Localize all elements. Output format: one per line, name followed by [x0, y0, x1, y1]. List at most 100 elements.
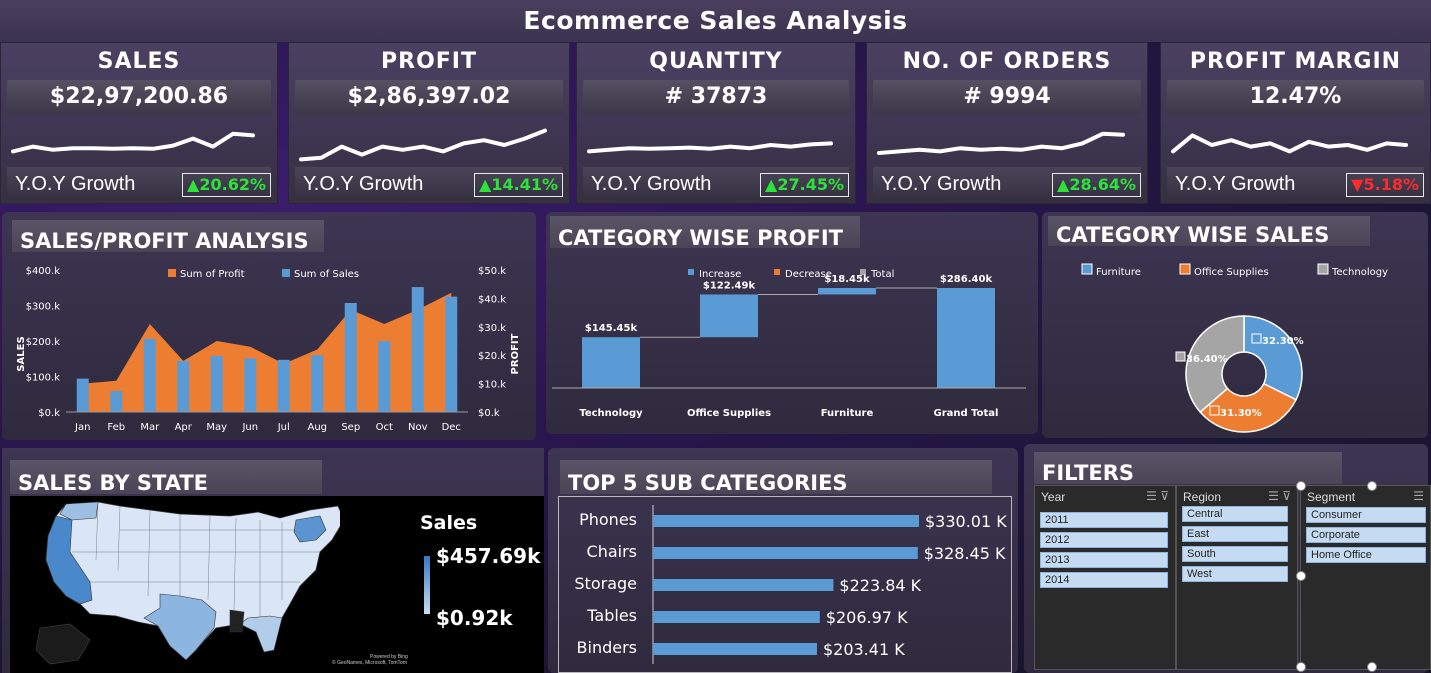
dashboard-title: Ecommerce Sales Analysis	[523, 6, 908, 35]
slicer-item-region[interactable]: Central	[1182, 506, 1288, 522]
slicer-item-region[interactable]: South	[1182, 546, 1288, 562]
category-profit-chart: Increase Decrease Total$145.45kTechnology$…	[552, 269, 1026, 419]
waterfall-category-label: Office Supplies	[687, 408, 771, 419]
segment-slicer-header: Segment	[1307, 490, 1356, 504]
kpi-name: PROFIT	[381, 49, 477, 74]
y2-tick-label: $10.k	[478, 380, 506, 391]
legend-swatch-profit	[168, 269, 176, 277]
legend-swatch	[1179, 263, 1191, 275]
florida-shape	[239, 615, 283, 653]
y2-tick-label: $30.k	[478, 323, 506, 334]
resize-handle-bottom-left[interactable]	[1296, 662, 1306, 672]
map-legend-title: Sales	[420, 512, 478, 534]
kpi-yoy-value: 27.45%	[777, 175, 844, 194]
slicer-item-segment[interactable]: Corporate	[1306, 527, 1426, 543]
legend-swatch	[774, 269, 780, 275]
y-axis-label: SALES	[16, 336, 27, 371]
resize-handle-bottom[interactable]	[1367, 662, 1377, 672]
triangle-up-icon: ▲	[1057, 175, 1070, 194]
sales-profit-title: SALES/PROFIT ANALYSIS	[12, 220, 324, 253]
profit-area	[82, 292, 452, 412]
triangle-up-icon: ▲	[765, 175, 778, 194]
sales-bar	[378, 341, 391, 412]
kpi-sparkline	[11, 131, 255, 154]
sales-bar	[411, 287, 424, 412]
waterfall-value-label: $286.40k	[940, 274, 993, 285]
subcategory-value-label: $223.84 K	[839, 576, 921, 595]
sparkline-line	[11, 131, 255, 154]
x-tick-label: Sep	[341, 422, 360, 433]
x-tick-label: Jul	[277, 422, 290, 433]
y-tick-label: $100.k	[26, 373, 61, 384]
donut-value-label: 36.40%	[1186, 354, 1228, 365]
x-tick-label: Apr	[175, 422, 193, 433]
kpi-yoy-value: 5.18%	[1363, 175, 1419, 194]
subcategory-label: Phones	[579, 510, 637, 529]
subcategory-value-label: $203.41 K	[823, 640, 905, 659]
legend-label-sales: Sum of Sales	[294, 269, 359, 280]
sales-bar	[311, 355, 324, 412]
legend-swatch	[1081, 263, 1093, 275]
category-profit-panel: CATEGORY WISE PROFIT Increase Decrease Tot…	[546, 212, 1038, 434]
x-tick-label: Oct	[376, 422, 393, 433]
subcategory-value-label: $206.97 K	[826, 608, 908, 627]
resize-handle-top-left[interactable]	[1296, 481, 1306, 491]
subcategory-label: Binders	[577, 638, 637, 657]
sparkline-line	[299, 128, 547, 162]
kpi-card-no-of-orders: NO. OF ORDERS # 9994 Y.O.Y Growth ▲28.64%	[866, 42, 1148, 204]
kpi-value: # 37873	[583, 80, 849, 114]
subcategory-bar	[653, 547, 918, 559]
slicer-item-region[interactable]: East	[1182, 526, 1288, 542]
slicer-item-segment[interactable]: Consumer	[1306, 507, 1426, 523]
kpi-name: PROFIT MARGIN	[1189, 49, 1402, 74]
map-area: Sales $457.69k $0.92k Powered by Bing © …	[10, 496, 544, 673]
legend-label-profit: Sum of Profit	[180, 269, 245, 280]
slicer-options-icon[interactable]: ☰	[1413, 489, 1424, 503]
slicer-item-year[interactable]: 2012	[1040, 532, 1168, 548]
kpi-yoy-row: Y.O.Y Growth ▲20.62%	[7, 167, 271, 201]
x-tick-label: Nov	[408, 422, 428, 433]
kpi-yoy-badge: ▲28.64%	[1052, 173, 1141, 197]
filters-title: FILTERS	[1034, 452, 1342, 485]
x-tick-label: Aug	[307, 422, 327, 433]
resize-handle-top[interactable]	[1367, 481, 1377, 491]
kpi-yoy-label: Y.O.Y Growth	[15, 173, 136, 195]
subcategory-label: Storage	[574, 574, 637, 593]
waterfall-category-label: Technology	[579, 408, 643, 419]
slicer-item-segment[interactable]: Home Office	[1306, 547, 1426, 563]
y-tick-label: $300.k	[26, 302, 61, 313]
subcategory-bar	[653, 611, 820, 623]
top5-chart-frame: Phones $330.01 K Chairs $328.45 K Storage $22…	[558, 496, 1012, 673]
slicer-item-year[interactable]: 2014	[1040, 572, 1168, 588]
sales-bar	[344, 303, 357, 412]
kpi-yoy-label: Y.O.Y Growth	[1175, 173, 1296, 195]
slicer-item-region[interactable]: West	[1182, 566, 1288, 582]
sales-by-state-panel: SALES BY STATE Sales $457.69k $0.92k Pow…	[2, 448, 544, 673]
subcategory-value-label: $328.45 K	[924, 544, 1006, 563]
slicer-clear-filter-icon[interactable]: ☰ ⊽	[1268, 489, 1291, 503]
waterfall-bar	[582, 337, 640, 388]
sales-profit-panel: SALES/PROFIT ANALYSIS Sum of Profit Sum o…	[2, 212, 536, 440]
alaska-shape	[35, 623, 91, 665]
kpi-value: $2,86,397.02	[295, 80, 563, 114]
subcategory-value-label: $330.01 K	[925, 512, 1007, 531]
y-tick-label: $400.k	[26, 266, 61, 277]
category-sales-chart: Furniture Office Supplies Technology 32.30%…	[1081, 263, 1388, 433]
legend-label: Technology	[1331, 267, 1388, 278]
top5-title: TOP 5 SUB CATEGORIES	[560, 460, 992, 495]
kpi-name: SALES	[97, 49, 181, 74]
kpi-card-quantity: QUANTITY # 37873 Y.O.Y Growth ▲27.45%	[576, 42, 856, 204]
slicer-multiselect-icon[interactable]: ☰ ⊽	[1146, 489, 1169, 503]
slicer-item-year[interactable]: 2013	[1040, 552, 1168, 568]
y-tick-label: $200.k	[26, 337, 61, 348]
kpi-value: # 9994	[873, 80, 1141, 114]
triangle-up-icon: ▲	[187, 175, 200, 194]
year-slicer-header: Year	[1041, 490, 1066, 504]
subcategory-label: Tables	[586, 606, 637, 625]
y2-tick-label: $40.k	[478, 294, 506, 305]
category-sales-panel: CATEGORY WISE SALES Furniture Office Supp…	[1042, 212, 1428, 438]
slicer-item-year[interactable]: 2011	[1040, 512, 1168, 528]
category-profit-title: CATEGORY WISE PROFIT	[550, 216, 860, 250]
resize-handle-left[interactable]	[1296, 571, 1306, 581]
kpi-yoy-value: 20.62%	[199, 175, 266, 194]
